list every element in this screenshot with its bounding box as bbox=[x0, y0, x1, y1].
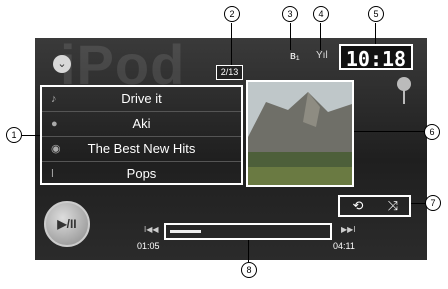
callout-7: 7 bbox=[425, 195, 441, 211]
track-info-list: ♪ Drive it ● Aki ◉ The Best New Hits ǀ P… bbox=[40, 85, 243, 185]
callout-2: 2 bbox=[224, 6, 240, 22]
album-icon: ◉ bbox=[51, 143, 61, 155]
callout-leader-4 bbox=[320, 23, 321, 50]
total-time: 04:11 bbox=[333, 241, 355, 251]
genre-icon: ǀ bbox=[51, 168, 54, 180]
map-pin-icon[interactable] bbox=[397, 77, 411, 91]
song-title: Drive it bbox=[121, 91, 162, 106]
previous-track-icon[interactable]: I◀◀ bbox=[144, 225, 159, 234]
repeat-button[interactable]: ⟲ bbox=[346, 198, 370, 214]
callout-3: 3 bbox=[282, 6, 298, 22]
track-info-song[interactable]: ♪ Drive it bbox=[42, 87, 241, 112]
callout-leader-8 bbox=[248, 240, 249, 262]
callout-leader-5 bbox=[375, 23, 376, 44]
callout-1: 1 bbox=[6, 127, 22, 143]
album-title: The Best New Hits bbox=[87, 141, 196, 156]
track-info-genre[interactable]: ǀ Pops bbox=[42, 162, 241, 186]
callout-5: 5 bbox=[368, 6, 384, 22]
artist-icon: ● bbox=[51, 118, 58, 130]
map-pin-stem bbox=[403, 90, 405, 104]
callout-leader-3 bbox=[290, 23, 291, 50]
callout-4: 4 bbox=[313, 6, 329, 22]
album-artwork[interactable] bbox=[246, 80, 354, 187]
signal-icon: Yıl bbox=[316, 50, 328, 61]
play-pause-button[interactable]: ▶/II bbox=[44, 201, 90, 247]
artist-name: Aki bbox=[132, 116, 151, 131]
track-count: 2/13 bbox=[216, 65, 243, 80]
track-info-artist[interactable]: ● Aki bbox=[42, 112, 241, 137]
bluetooth-icon: ʙ₁ bbox=[290, 50, 300, 62]
menu-button[interactable]: ⌄ bbox=[53, 55, 71, 73]
callout-leader-7 bbox=[411, 203, 425, 204]
callout-8: 8 bbox=[241, 262, 257, 278]
genre-name: Pops bbox=[126, 166, 157, 181]
elapsed-time: 01:05 bbox=[137, 241, 160, 251]
callout-leader-6 bbox=[354, 131, 424, 132]
callout-leader-2 bbox=[231, 23, 232, 65]
callout-leader-1 bbox=[22, 135, 40, 136]
clock: 10:18 bbox=[339, 44, 413, 71]
shuffle-button[interactable]: ⤨ bbox=[381, 198, 405, 214]
next-track-icon[interactable]: ▶▶I bbox=[341, 225, 356, 234]
track-info-album[interactable]: ◉ The Best New Hits bbox=[42, 137, 241, 162]
progress-bar-fill bbox=[170, 230, 201, 233]
music-note-icon: ♪ bbox=[51, 93, 57, 105]
callout-6: 6 bbox=[424, 124, 440, 140]
